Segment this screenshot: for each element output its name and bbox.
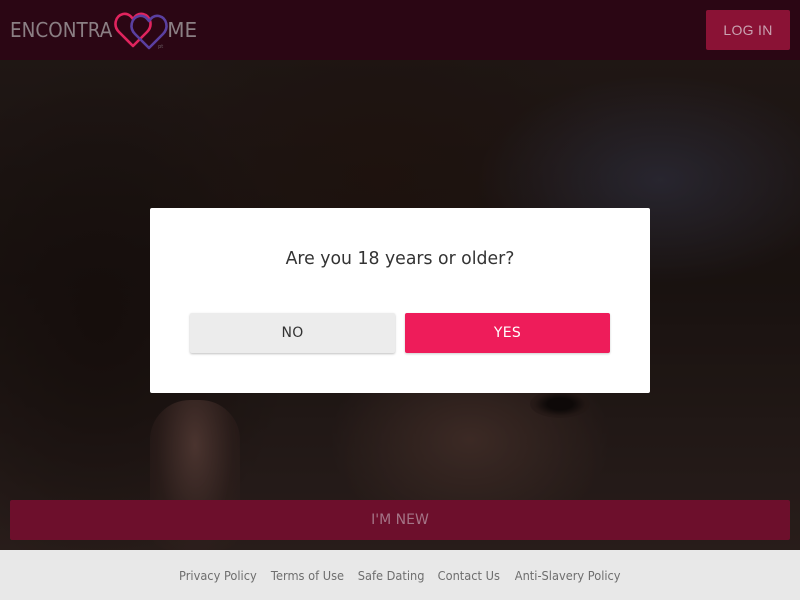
logo-subtext: pt: [158, 44, 164, 50]
footer: Privacy Policy Terms of Use Safe Dating …: [0, 550, 800, 600]
no-button[interactable]: NO: [190, 313, 395, 353]
footer-link-terms-of-use[interactable]: Terms of Use: [271, 569, 344, 583]
footer-link-anti-slavery-policy[interactable]: Anti-Slavery Policy: [514, 569, 620, 583]
age-verification-modal: Are you 18 years or older? NO YES: [150, 208, 650, 393]
double-heart-logo-icon: pt: [113, 8, 169, 52]
footer-link-privacy-policy[interactable]: Privacy Policy: [179, 569, 257, 583]
login-button[interactable]: LOG IN: [706, 10, 790, 50]
age-question-text: Are you 18 years or older?: [285, 248, 515, 269]
logo-word-right: ME: [167, 18, 198, 42]
footer-link-contact-us[interactable]: Contact Us: [438, 569, 500, 583]
top-header: ENCONTRA pt ME LOG IN: [0, 0, 800, 60]
footer-link-safe-dating[interactable]: Safe Dating: [358, 569, 425, 583]
im-new-button[interactable]: I'M NEW: [10, 500, 790, 540]
site-logo[interactable]: ENCONTRA pt ME: [10, 0, 197, 60]
yes-button[interactable]: YES: [405, 313, 610, 353]
logo-word-left: ENCONTRA: [10, 18, 113, 42]
